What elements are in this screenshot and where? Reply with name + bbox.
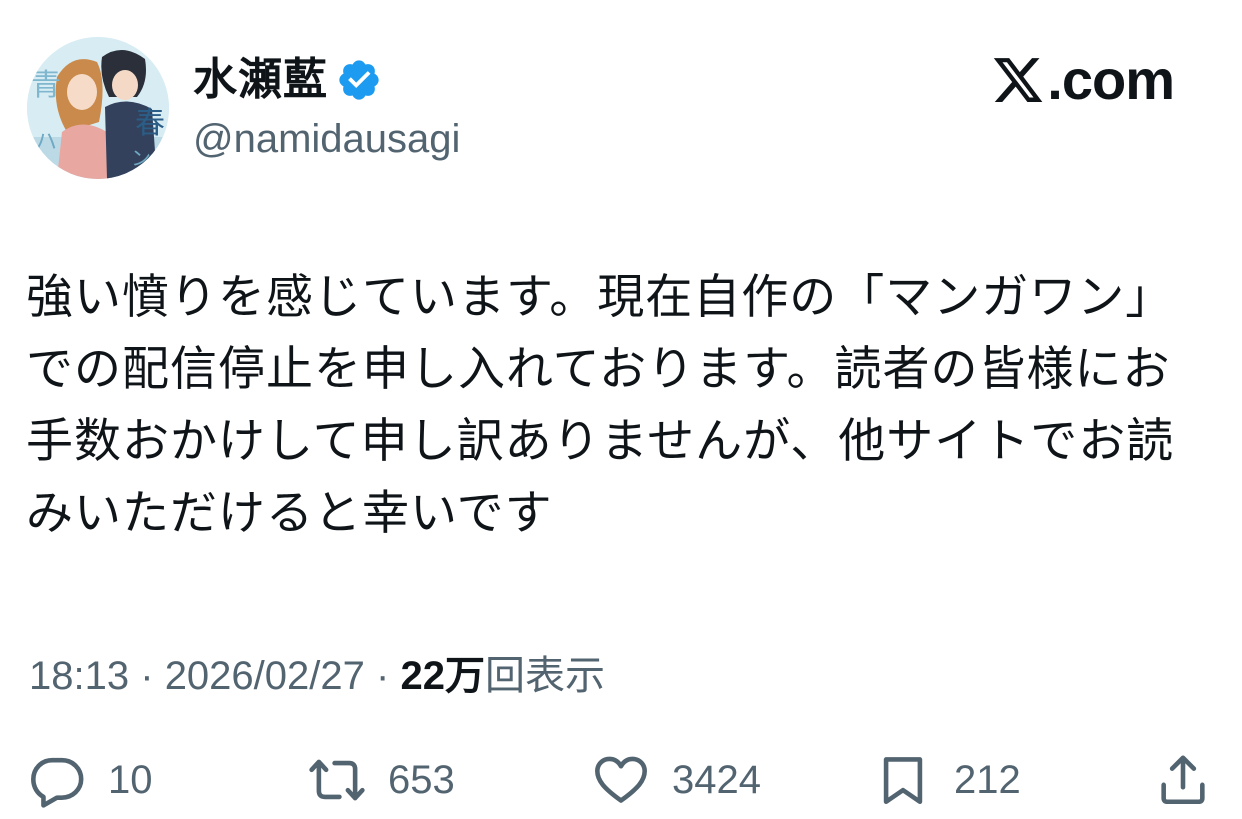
action-bar: 10 653 3424 212 — [0, 748, 1242, 812]
retweet-count: 653 — [388, 757, 455, 802]
brand-text: .com — [1047, 48, 1175, 111]
retweet-button[interactable]: 653 — [308, 748, 455, 812]
display-name[interactable]: 水瀬藍 — [193, 52, 328, 108]
share-icon — [1161, 755, 1205, 805]
heart-icon — [595, 756, 647, 803]
bookmark-button[interactable]: 212 — [874, 748, 1021, 812]
reply-icon — [31, 757, 84, 808]
share-button[interactable] — [1154, 748, 1212, 812]
views-label: 回表示 — [484, 654, 605, 698]
reply-count: 10 — [108, 757, 153, 802]
user-handle[interactable]: @namidausagi — [193, 111, 460, 167]
avatar-image: 青 春 ハ ン — [27, 37, 169, 179]
tweet-date[interactable]: 2026/02/27 — [165, 654, 365, 698]
brand-logo: .com — [991, 48, 1175, 112]
meta-separator: · — [376, 654, 390, 698]
meta-separator: · — [140, 654, 154, 698]
tweet-meta: 18:13 · 2026/02/27 · 22万回表示 — [29, 648, 605, 704]
views-count: 22万 — [400, 654, 485, 698]
like-count: 3424 — [672, 757, 761, 802]
retweet-icon — [309, 759, 365, 801]
reply-button[interactable]: 10 — [28, 748, 153, 812]
bookmark-icon — [883, 757, 923, 805]
verified-badge-icon — [339, 60, 379, 100]
like-button[interactable]: 3424 — [592, 748, 761, 812]
svg-text:春: 春 — [135, 106, 165, 141]
svg-text:青: 青 — [31, 68, 61, 103]
tweet-text: 強い憤りを感じています。現在自作の「マンガワン」での配信停止を申し入れております… — [26, 270, 1175, 541]
avatar[interactable]: 青 春 ハ ン — [27, 37, 169, 179]
x-logo-icon — [994, 58, 1043, 102]
svg-text:ハ: ハ — [35, 130, 57, 155]
bookmark-count: 212 — [954, 757, 1021, 802]
svg-text:ン: ン — [131, 146, 151, 170]
tweet-time[interactable]: 18:13 — [29, 654, 129, 698]
